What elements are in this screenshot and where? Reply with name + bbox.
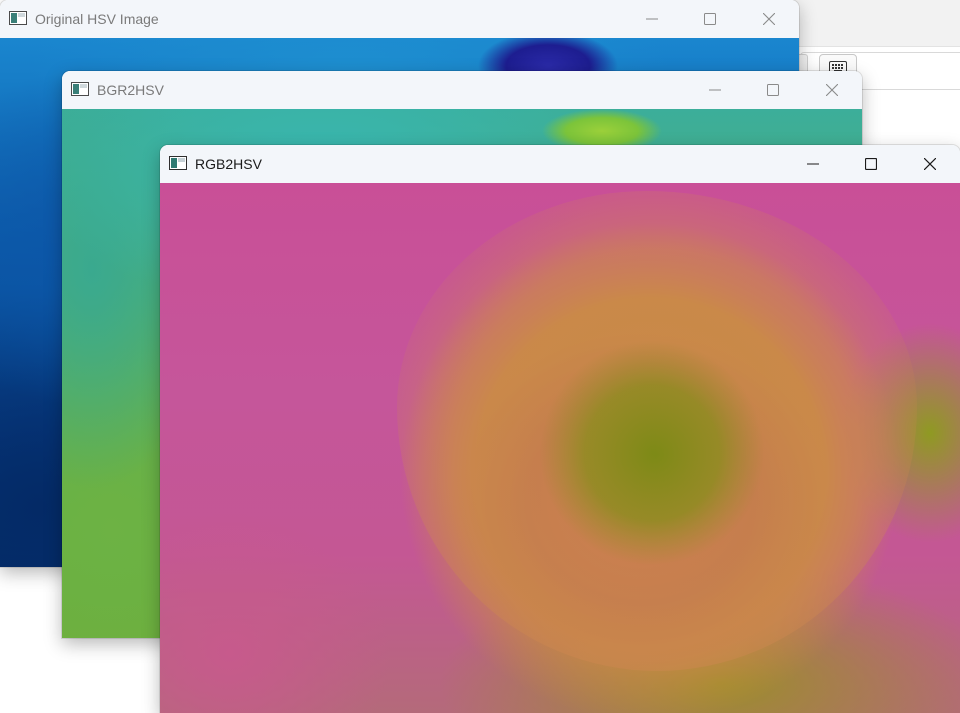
image-window-icon (71, 82, 89, 96)
window-rgb2hsv[interactable]: RGB2HSV (160, 145, 960, 713)
minimize-button[interactable] (784, 145, 842, 183)
close-button[interactable] (740, 0, 798, 38)
minimize-button[interactable] (686, 71, 744, 109)
minimize-icon (646, 18, 658, 20)
rose-image (397, 191, 917, 671)
close-icon (924, 158, 936, 170)
close-icon (826, 84, 838, 96)
image-window-icon (169, 156, 187, 170)
image-window-icon (9, 11, 27, 25)
title-bar[interactable]: RGB2HSV (160, 145, 960, 183)
minimize-icon (807, 163, 819, 165)
maximize-button[interactable] (681, 0, 739, 38)
window-title: Original HSV Image (35, 11, 159, 27)
close-icon (763, 13, 775, 25)
background-app-toolbar (780, 0, 960, 47)
maximize-icon (767, 84, 779, 96)
minimize-icon (709, 89, 721, 91)
maximize-button[interactable] (842, 145, 900, 183)
title-bar[interactable]: Original HSV Image (0, 0, 799, 38)
window-title: RGB2HSV (195, 156, 262, 172)
maximize-icon (704, 13, 716, 25)
maximize-icon (865, 158, 877, 170)
window-title: BGR2HSV (97, 82, 164, 98)
minimize-button[interactable] (623, 0, 681, 38)
maximize-button[interactable] (744, 71, 802, 109)
close-button[interactable] (901, 145, 959, 183)
title-bar[interactable]: BGR2HSV (62, 71, 862, 109)
close-button[interactable] (803, 71, 861, 109)
image-canvas[interactable] (160, 183, 960, 713)
